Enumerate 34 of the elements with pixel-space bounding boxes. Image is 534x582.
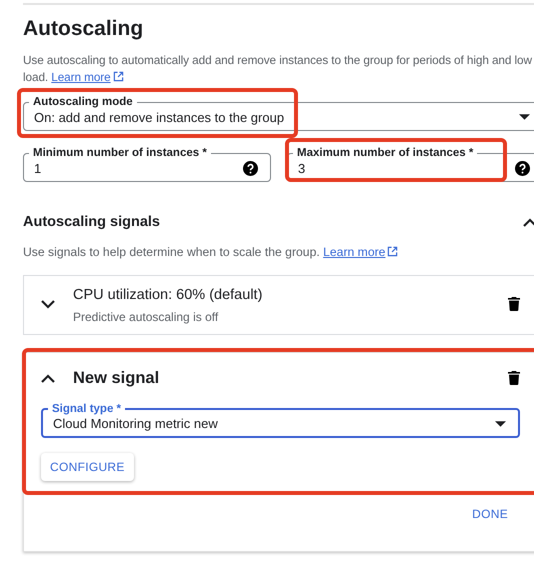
- field-value: On: add and remove instances to the group: [34, 110, 286, 124]
- chevron-icon[interactable]: [41, 300, 55, 308]
- signal-subtitle: Predictive autoscaling is off: [73, 310, 220, 324]
- learn-more-link[interactable]: Learn more: [323, 245, 398, 259]
- chevron-icon[interactable]: [523, 218, 534, 226]
- field-value: 3: [298, 160, 306, 176]
- subsection-title: Autoscaling signals: [23, 214, 160, 230]
- external-link-icon: [387, 246, 398, 257]
- section-title: Autoscaling: [23, 16, 144, 42]
- field-label: Signal type *: [51, 403, 122, 415]
- trash-icon[interactable]: [508, 371, 520, 385]
- field-value: Cloud Monitoring metric new: [53, 416, 219, 431]
- trash-icon[interactable]: [508, 297, 520, 311]
- configure-button[interactable]: CONFIGURE: [41, 453, 134, 481]
- caret-icon: [495, 420, 506, 426]
- description-text: Use autoscaling to automatically add and remove instances to the group for periods of high and low load. Learn more: [23, 52, 533, 86]
- signal-title: New signal: [73, 368, 160, 389]
- field-label: Autoscaling mode: [32, 96, 134, 108]
- chevron-icon[interactable]: [41, 374, 55, 382]
- field-label: Minimum number of instances *: [32, 147, 208, 159]
- learn-more-link[interactable]: Learn more: [51, 70, 124, 84]
- signal-title: CPU utilization: 60% (default): [73, 286, 264, 305]
- autoscaling-mode-dropdown[interactable]: Autoscaling mode On: add and remove instances to the group: [23, 96, 534, 131]
- description-text: Use signals to help determine when to scale the group. Learn more: [23, 244, 534, 261]
- caret-icon: [519, 114, 530, 120]
- help-icon[interactable]: [243, 160, 258, 176]
- field-value: 1: [34, 160, 42, 176]
- done-button[interactable]: DONE: [472, 505, 508, 523]
- signal-type-dropdown[interactable]: Signal type * Cloud Monitoring metric new: [41, 403, 520, 438]
- field-label: Maximum number of instances *: [296, 147, 474, 159]
- help-icon[interactable]: [515, 160, 530, 176]
- number-field[interactable]: Minimum number of instances * 1: [23, 147, 271, 182]
- number-field[interactable]: Maximum number of instances * 3: [287, 147, 534, 182]
- external-link-icon: [112, 71, 124, 82]
